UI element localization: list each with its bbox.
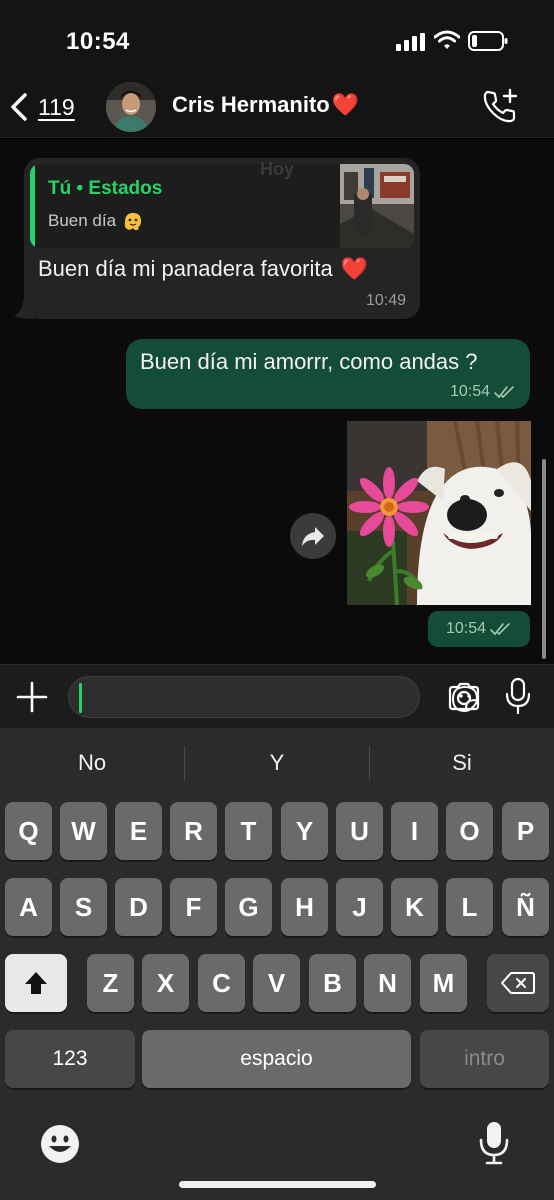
key[interactable]: Ñ: [502, 878, 549, 936]
profile-photo: [106, 82, 156, 132]
key[interactable]: V: [253, 954, 300, 1012]
emoji-icon[interactable]: [40, 1124, 80, 1164]
key[interactable]: B: [309, 954, 356, 1012]
add-call-icon[interactable]: [480, 86, 522, 126]
key[interactable]: E: [115, 802, 162, 860]
key[interactable]: P: [502, 802, 549, 860]
forward-icon: [302, 527, 324, 546]
forward-button[interactable]: [290, 513, 336, 559]
key[interactable]: N: [364, 954, 411, 1012]
date-label: Hoy: [259, 159, 294, 179]
key[interactable]: O: [446, 802, 493, 860]
dictation-mic-icon[interactable]: [478, 1120, 510, 1166]
signal-icon: [396, 33, 425, 51]
chat-area[interactable]: Tú • Estados Buen día Buen día mi panade…: [0, 139, 554, 664]
key[interactable]: C: [198, 954, 245, 1012]
key[interactable]: H: [281, 878, 328, 936]
quote-author: Tú • Estados: [48, 178, 163, 199]
contact-name-text: Cris Hermanito: [172, 92, 330, 117]
double-check-icon: [494, 386, 514, 399]
text-cursor: [79, 683, 82, 713]
message-time: 10:49: [365, 292, 406, 309]
chevron-left-icon: [11, 93, 27, 121]
home-indicator[interactable]: [179, 1181, 376, 1188]
quote-text: Buen día: [48, 211, 117, 230]
status-time: 10:54: [66, 28, 130, 55]
suggestion-item[interactable]: Y: [185, 742, 369, 784]
key[interactable]: G: [225, 878, 272, 936]
shift-icon: [25, 972, 47, 994]
contact-name[interactable]: Cris Hermanito ❤️: [172, 92, 359, 118]
plus-icon[interactable]: [14, 679, 50, 715]
message-text: Buen día mi amorrr, como andas ?: [140, 349, 478, 374]
key[interactable]: Z: [87, 954, 134, 1012]
key[interactable]: T: [225, 802, 272, 860]
suggestion-item[interactable]: No: [0, 742, 184, 784]
key[interactable]: R: [170, 802, 217, 860]
key[interactable]: W: [60, 802, 107, 860]
sticker-meta: 10:54: [428, 611, 530, 647]
keyboard: No Y Si Q W E R T Y U I O P A S D F G H …: [0, 728, 554, 1200]
space-key[interactable]: espacio: [142, 1030, 411, 1088]
sticker-image[interactable]: [347, 421, 531, 605]
key[interactable]: Y: [281, 802, 328, 860]
key[interactable]: Q: [5, 802, 52, 860]
key[interactable]: K: [391, 878, 438, 936]
heart-icon: ❤️: [331, 92, 360, 117]
wifi-icon: [434, 30, 460, 49]
microphone-icon[interactable]: [504, 677, 532, 715]
message-time: 10:54: [445, 620, 487, 637]
camera-icon[interactable]: [446, 679, 482, 715]
chat-header: 119 Cris Hermanito ❤️: [0, 80, 554, 138]
key[interactable]: J: [336, 878, 383, 936]
message-text: Buen día mi panadera favorita: [38, 256, 333, 281]
message-time: 10:54: [449, 383, 490, 400]
return-key[interactable]: intro: [420, 1030, 549, 1088]
key[interactable]: U: [336, 802, 383, 860]
message-meta: 10:54: [450, 383, 516, 401]
back-button[interactable]: 119: [8, 82, 75, 132]
key[interactable]: D: [115, 878, 162, 936]
double-check-icon: [490, 623, 510, 636]
key[interactable]: S: [60, 878, 107, 936]
melting-face-icon: [124, 213, 142, 230]
quote-text-row: Buen día: [48, 210, 144, 232]
message-text-row: Buen día mi panadera favorita ❤️: [38, 256, 368, 282]
outgoing-message[interactable]: Buen día mi amorrr, como andas ? 10:54: [126, 339, 530, 409]
incoming-message[interactable]: Tú • Estados Buen día Buen día mi panade…: [24, 158, 420, 319]
suggestion-item[interactable]: Si: [370, 742, 554, 784]
avatar[interactable]: [106, 82, 156, 132]
key[interactable]: X: [142, 954, 189, 1012]
key[interactable]: F: [170, 878, 217, 936]
battery-icon: [468, 31, 508, 51]
key[interactable]: A: [5, 878, 52, 936]
key[interactable]: I: [391, 802, 438, 860]
unread-count: 119: [38, 93, 75, 120]
input-bar: [0, 664, 554, 728]
status-bar: 10:54: [0, 0, 554, 80]
message-input[interactable]: [68, 676, 479, 718]
key[interactable]: M: [420, 954, 467, 1012]
delete-icon: [501, 972, 535, 994]
shift-key[interactable]: [5, 954, 67, 1012]
key[interactable]: L: [446, 878, 493, 936]
delete-key[interactable]: [487, 954, 549, 1012]
heart-icon: ❤️: [340, 256, 369, 281]
numbers-key[interactable]: 123: [5, 1030, 135, 1088]
smiling-dog-with-flower-sticker: [347, 421, 531, 605]
scroll-indicator[interactable]: [542, 459, 546, 659]
suggestion-bar: No Y Si: [0, 742, 554, 784]
